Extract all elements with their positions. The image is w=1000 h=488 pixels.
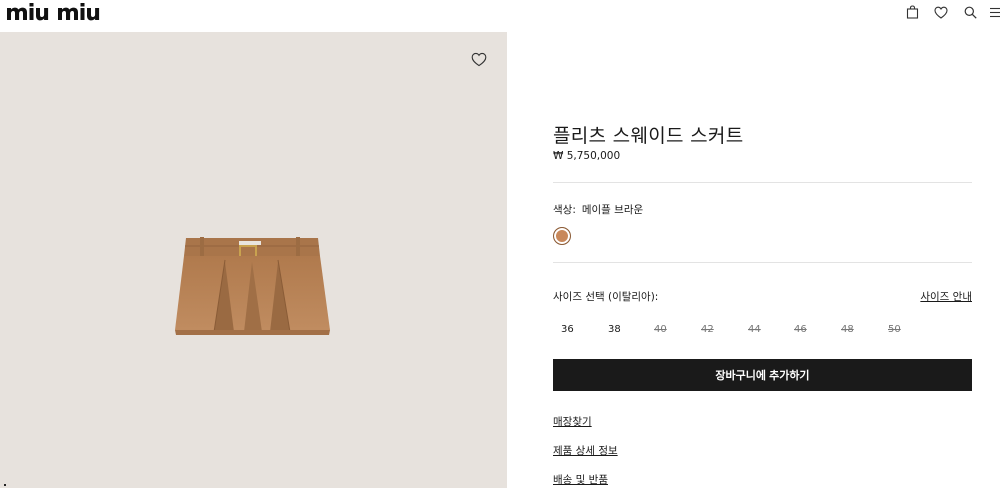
header-icons <box>892 3 1000 21</box>
size-option-unavailable[interactable]: 40 <box>654 324 667 335</box>
product-details-link[interactable]: 제품 상세 정보 <box>553 443 618 458</box>
search-icon[interactable] <box>961 3 979 21</box>
color-row: 색상: 메이플 브라운 <box>553 202 643 217</box>
color-value: 메이플 브라운 <box>581 204 644 216</box>
find-store-link[interactable]: 매장찾기 <box>553 414 592 429</box>
divider <box>553 262 972 263</box>
size-option[interactable]: 36 <box>561 324 574 335</box>
bag-icon[interactable] <box>903 3 921 21</box>
size-option-unavailable[interactable]: 50 <box>888 324 901 335</box>
wishlist-heart-icon[interactable] <box>471 52 487 68</box>
size-option-unavailable[interactable]: 48 <box>841 324 854 335</box>
size-options: 36 38 40 42 44 46 48 50 <box>553 324 972 338</box>
carousel-indicator[interactable] <box>4 484 6 486</box>
add-to-cart-button[interactable]: 장바구니에 추가하기 <box>553 359 972 391</box>
site-header <box>0 0 1000 32</box>
product-image[interactable] <box>170 232 335 342</box>
color-swatch[interactable] <box>553 227 571 245</box>
size-option-unavailable[interactable]: 46 <box>794 324 807 335</box>
size-label: 사이즈 선택 (이탈리아): <box>553 291 659 303</box>
brand-logo[interactable] <box>6 2 118 22</box>
color-label: 색상: <box>553 204 576 216</box>
size-guide-link[interactable]: 사이즈 안내 <box>920 289 972 304</box>
product-title: 플리츠 스웨이드 스커트 <box>553 125 744 147</box>
size-option-unavailable[interactable]: 44 <box>748 324 761 335</box>
divider <box>553 182 972 183</box>
heart-icon[interactable] <box>932 3 950 21</box>
size-option[interactable]: 38 <box>608 324 621 335</box>
size-option-unavailable[interactable]: 42 <box>701 324 714 335</box>
product-price: ₩ 5,750,000 <box>553 150 621 162</box>
product-image-panel <box>0 32 507 488</box>
menu-icon[interactable] <box>990 3 1000 21</box>
shipping-returns-link[interactable]: 배송 및 반품 <box>553 472 608 487</box>
